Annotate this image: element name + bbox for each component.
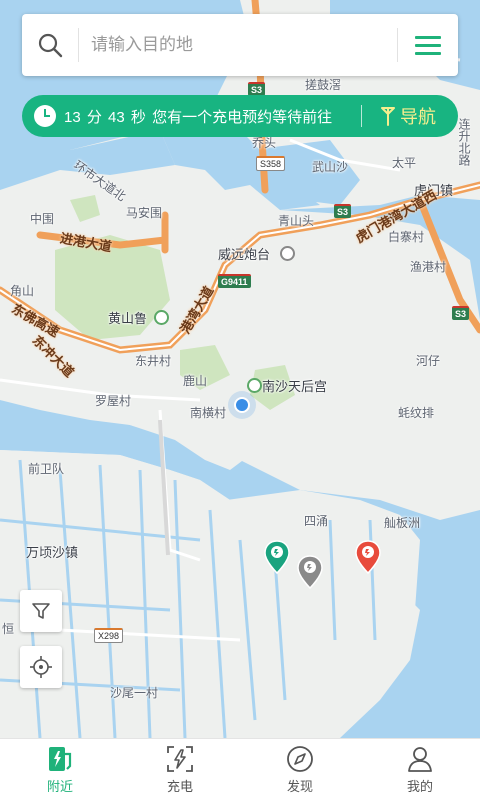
road-shield: X298 bbox=[94, 628, 124, 643]
map-label: 四涌 bbox=[304, 514, 329, 528]
countdown-seconds: 43 bbox=[108, 108, 125, 126]
menu-icon bbox=[415, 31, 441, 60]
road-shield: S3 bbox=[452, 306, 470, 320]
tab-charge[interactable]: 充电 bbox=[120, 739, 240, 800]
map-label: 河仔 bbox=[416, 354, 441, 368]
landmark-icon bbox=[280, 246, 295, 261]
charge-scan-icon bbox=[167, 746, 193, 772]
map-label: 万顷沙镇 bbox=[26, 545, 79, 560]
road-shield: G9411 bbox=[218, 274, 251, 288]
road-shield: S358 bbox=[256, 156, 286, 171]
map-label: 中围 bbox=[30, 212, 55, 226]
road-shield: S3 bbox=[248, 82, 266, 96]
map-label: 搓鼓滘 bbox=[305, 78, 342, 92]
navigate-button[interactable]: 导航 bbox=[380, 103, 436, 129]
locate-icon bbox=[30, 656, 52, 678]
search-bar bbox=[22, 14, 458, 76]
tab-nearby[interactable]: 附近 bbox=[0, 739, 120, 800]
map-label: 罗屋村 bbox=[95, 394, 132, 408]
banner-divider bbox=[361, 105, 362, 127]
map-label: 太平 bbox=[392, 156, 417, 170]
filter-button[interactable] bbox=[20, 590, 62, 632]
user-icon bbox=[408, 747, 432, 772]
tab-label: 发现 bbox=[286, 779, 313, 794]
map-label: 南横村 bbox=[190, 406, 227, 420]
map-label: 恒 bbox=[2, 622, 15, 636]
map-label: 东井村 bbox=[135, 354, 172, 368]
countdown-minutes: 13 bbox=[64, 108, 81, 126]
bottom-tab-bar: 附近 充电 发现 我的 bbox=[0, 738, 480, 800]
map-label: 南沙天后宫 bbox=[262, 379, 328, 394]
tab-label: 我的 bbox=[406, 779, 433, 794]
menu-button[interactable] bbox=[398, 14, 458, 76]
map-label: 沙尾一村 bbox=[110, 686, 159, 700]
current-location-dot bbox=[234, 397, 250, 413]
map-label: 马安围 bbox=[126, 206, 163, 220]
charging-station-marker-green[interactable] bbox=[264, 540, 290, 574]
charging-station-marker-red[interactable] bbox=[355, 540, 381, 574]
clock-icon bbox=[34, 105, 56, 127]
tab-label: 充电 bbox=[166, 779, 193, 794]
tab-profile[interactable]: 我的 bbox=[360, 739, 480, 800]
map-label: 白寨村 bbox=[388, 230, 425, 244]
reservation-countdown: 13 分 43 秒 您有一个充电预约等待前往 bbox=[64, 106, 361, 127]
map-label: 角山 bbox=[10, 284, 35, 298]
tab-label: 附近 bbox=[46, 779, 73, 794]
filter-icon bbox=[32, 603, 50, 619]
destination-search-input[interactable] bbox=[79, 14, 397, 76]
map-label: 青山头 bbox=[278, 214, 315, 228]
road-shield: S3 bbox=[334, 204, 352, 218]
map-label: 蚝纹排 bbox=[398, 406, 435, 420]
park-icon bbox=[247, 378, 262, 393]
reservation-banner[interactable]: 13 分 43 秒 您有一个充电预约等待前往 导航 bbox=[22, 95, 458, 137]
map-label: 鹿山 bbox=[183, 374, 208, 388]
locate-button[interactable] bbox=[20, 646, 62, 688]
map-label: 武山沙 bbox=[312, 160, 349, 174]
charging-station-marker-gray[interactable] bbox=[297, 555, 323, 589]
navigation-arrow-icon bbox=[381, 107, 395, 126]
navigate-label: 导航 bbox=[400, 107, 436, 127]
map-label: 前卫队 bbox=[28, 462, 65, 476]
countdown-seconds-unit: 秒 bbox=[130, 108, 146, 126]
map-label: 威远炮台 bbox=[218, 247, 271, 262]
reservation-message: 您有一个充电预约等待前往 bbox=[152, 108, 333, 126]
map-label: 黄山鲁 bbox=[108, 311, 148, 326]
countdown-minutes-unit: 分 bbox=[86, 108, 102, 126]
map-label: 渔港村 bbox=[410, 260, 447, 274]
tab-discover[interactable]: 发现 bbox=[240, 739, 360, 800]
search-button[interactable] bbox=[22, 14, 78, 76]
search-icon bbox=[38, 33, 63, 58]
map-label: 舢板洲 bbox=[384, 516, 421, 530]
park-icon bbox=[154, 310, 169, 325]
nearby-charger-icon bbox=[49, 747, 72, 771]
map-label: 连升北路 bbox=[457, 118, 471, 166]
compass-icon bbox=[287, 746, 313, 772]
